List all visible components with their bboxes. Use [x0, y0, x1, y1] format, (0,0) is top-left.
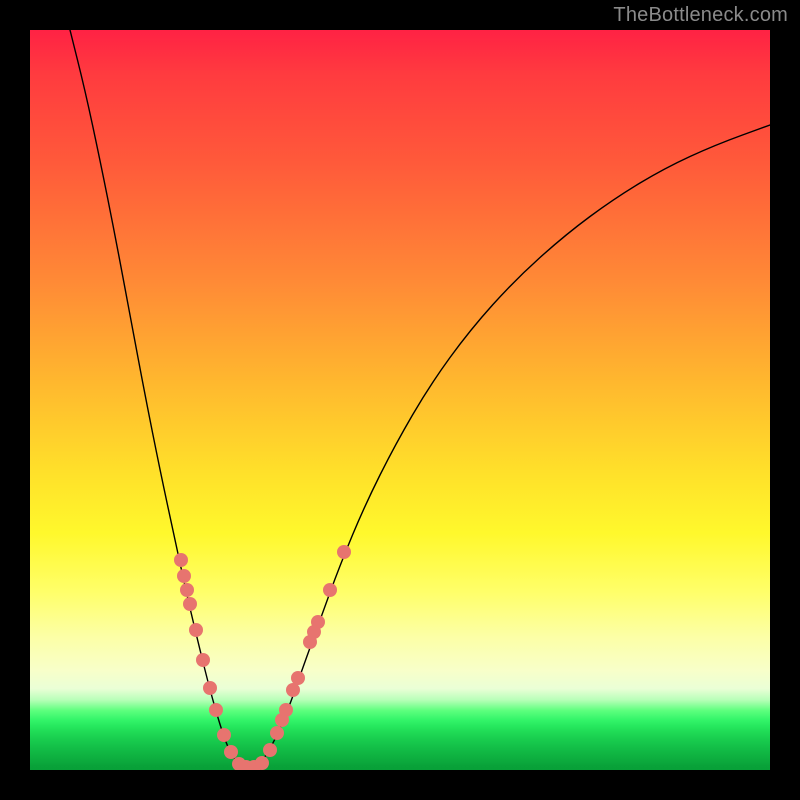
data-marker	[255, 756, 269, 770]
data-marker	[337, 545, 351, 559]
data-marker	[224, 745, 238, 759]
data-marker	[311, 615, 325, 629]
data-marker	[183, 597, 197, 611]
data-marker	[209, 703, 223, 717]
series-right-branch	[263, 125, 770, 760]
data-marker	[203, 681, 217, 695]
plot-area	[30, 30, 770, 770]
data-marker	[323, 583, 337, 597]
data-marker	[279, 703, 293, 717]
chart-svg	[30, 30, 770, 770]
data-marker	[291, 671, 305, 685]
data-marker	[180, 583, 194, 597]
series-left-branch	[70, 30, 263, 766]
chart-curve	[70, 30, 770, 766]
watermark-label: TheBottleneck.com	[613, 4, 788, 27]
data-marker	[196, 653, 210, 667]
data-marker	[286, 683, 300, 697]
data-marker	[217, 728, 231, 742]
data-marker	[270, 726, 284, 740]
chart-markers	[174, 545, 351, 770]
chart-frame: TheBottleneck.com	[0, 0, 800, 800]
data-marker	[177, 569, 191, 583]
data-marker	[263, 743, 277, 757]
data-marker	[189, 623, 203, 637]
data-marker	[174, 553, 188, 567]
